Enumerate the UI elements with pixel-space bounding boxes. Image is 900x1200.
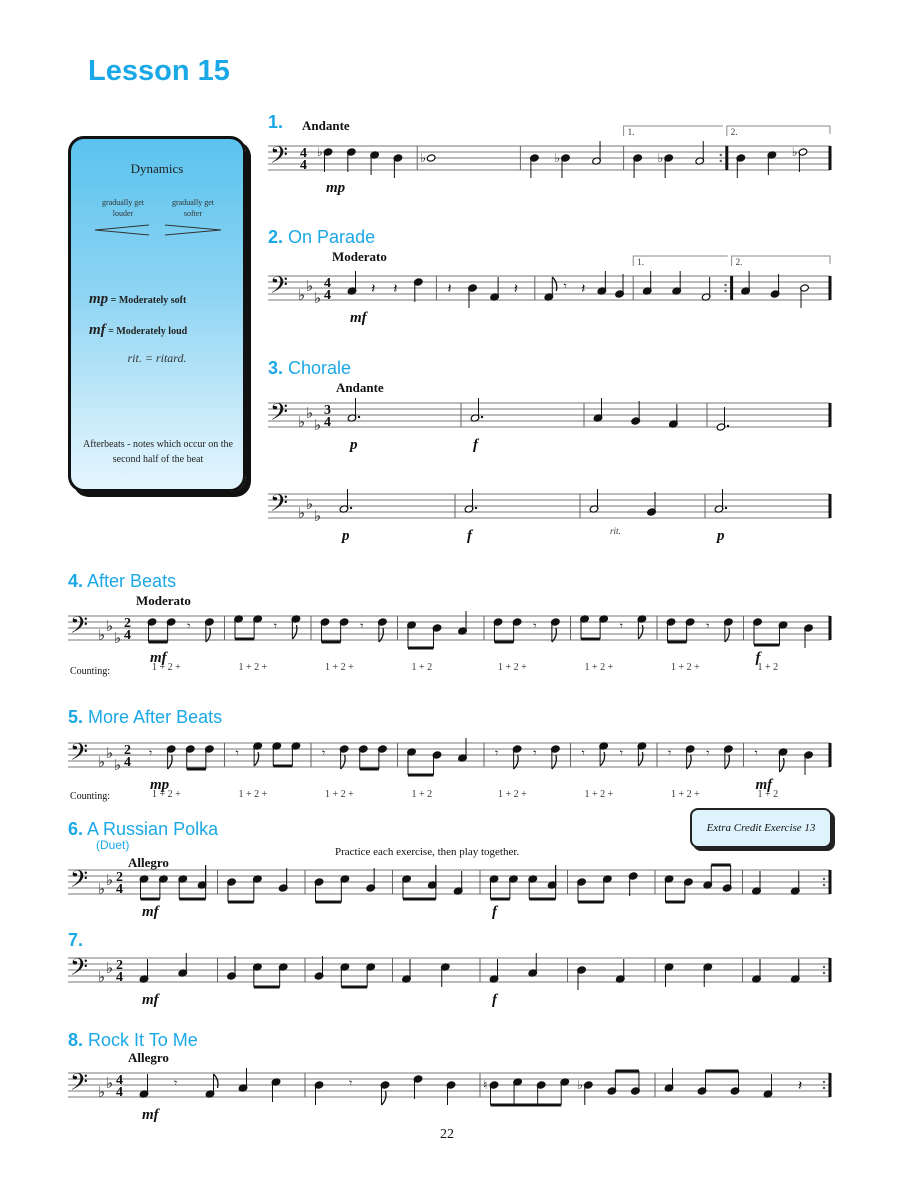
eighth-rest-icon: 𝄾 [174, 1076, 177, 1090]
bass-clef-icon: 𝄢 [70, 1070, 88, 1101]
eighth-rest-icon: 𝄾 [349, 1076, 352, 1090]
eighth-flag-icon [381, 1090, 387, 1106]
natural-icon: ♮ [483, 1078, 487, 1092]
key-flat-icon: ♭ [106, 1076, 113, 1092]
time-sig-bottom: 4 [116, 1085, 123, 1100]
dynamic-marking: mf [142, 1107, 161, 1123]
quarter-rest-icon: 𝄽 [798, 1079, 802, 1094]
counting-label-ex5: Counting: [70, 791, 111, 802]
repeat-dot [822, 1080, 826, 1084]
eighth-flag-icon [213, 1073, 219, 1089]
counting-label-ex4: Counting: [70, 666, 111, 677]
flat-icon: ♭ [577, 1078, 583, 1092]
key-flat-icon: ♭ [98, 1085, 105, 1101]
repeat-dot [822, 1086, 826, 1090]
staff-exercise-8: 𝄢 ♭♭ 44𝄾 𝄾 ♮ ♭ 𝄽mf [68, 1068, 832, 1123]
